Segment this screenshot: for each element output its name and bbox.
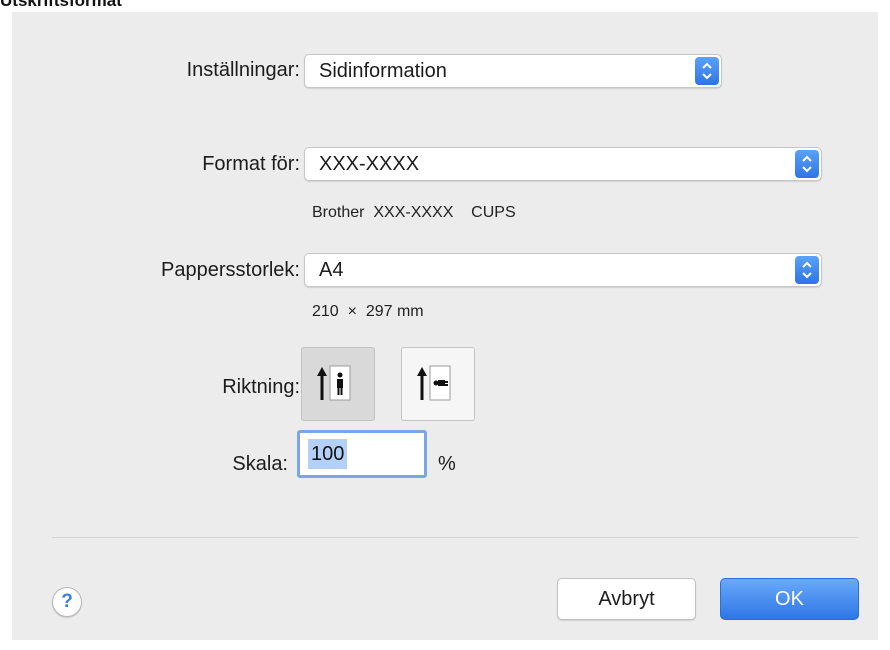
portrait-orientation-icon [317, 365, 351, 401]
format-for-label: Format för: [202, 153, 300, 175]
ok-button[interactable]: OK [720, 578, 859, 620]
scale-unit: % [438, 453, 456, 475]
format-for-value: XXX-XXXX [319, 153, 420, 175]
format-for-chevron-icon [795, 150, 819, 178]
help-button[interactable]: ? [52, 587, 82, 617]
settings-popup[interactable]: Sidinformation [304, 54, 722, 88]
scale-input[interactable]: 100 [297, 430, 427, 478]
paper-dimensions: 210 × 297 mm [312, 303, 424, 320]
page-setup-dialog: Inställningar: Sidinformation Format för… [12, 12, 878, 640]
cancel-button[interactable]: Avbryt [557, 578, 696, 620]
settings-value: Sidinformation [319, 60, 447, 82]
portrait-orientation-button[interactable] [301, 347, 375, 421]
printer-description: Brother XXX-XXXX CUPS [312, 204, 516, 221]
divider [52, 537, 858, 538]
paper-size-chevron-icon [795, 256, 819, 284]
landscape-orientation-icon [417, 365, 451, 401]
settings-chevron-icon [695, 57, 719, 85]
landscape-orientation-button[interactable] [401, 347, 475, 421]
paper-size-popup[interactable]: A4 [304, 253, 822, 287]
paper-size-value: A4 [319, 259, 344, 281]
settings-label: Inställningar: [186, 59, 300, 81]
orientation-label: Riktning: [222, 376, 300, 398]
scale-value: 100 [308, 439, 348, 469]
scale-label: Skala: [232, 453, 288, 475]
document-heading: Utskriftsformat [0, 0, 122, 10]
paper-size-label: Pappersstorlek: [161, 259, 300, 281]
format-for-popup[interactable]: XXX-XXXX [304, 147, 822, 181]
